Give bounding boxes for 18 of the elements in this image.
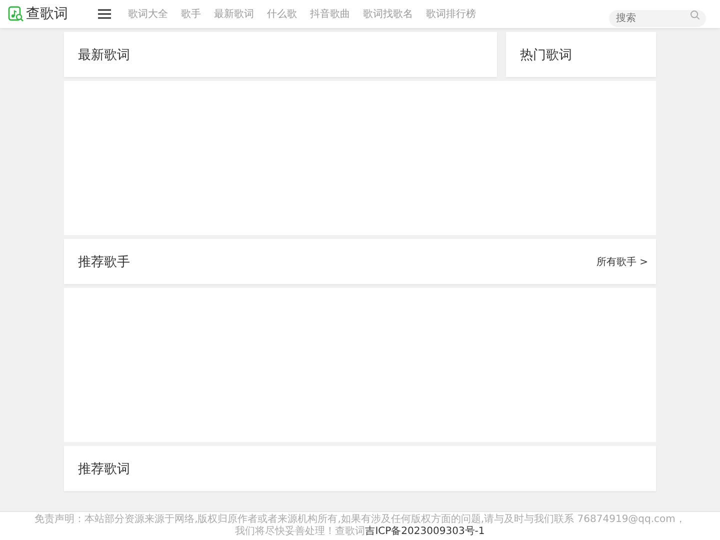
nav-link[interactable]: 抖音歌曲 (310, 7, 350, 21)
nav-link[interactable]: 歌词大全 (128, 7, 168, 21)
music-search-icon (8, 6, 24, 22)
section-title: 热门歌词 (520, 46, 572, 64)
section-title: 最新歌词 (78, 46, 130, 64)
nav-link[interactable]: 最新歌词 (214, 7, 254, 21)
menu-icon[interactable] (98, 9, 111, 19)
site-logo[interactable]: 查歌词 (26, 5, 68, 23)
icp-link[interactable]: 吉ICP备2023009303号-1 (365, 526, 485, 537)
disclaimer-text: 免责声明：本站部分资源来源于网络,版权归原作者或者来源机构所有,如果有涉及任何版权方面的问题,请与及时与我们联系 76874919@qq.com，我们将尽快妥善处理！查歌词吉ICP备2023009303号-1 (34, 514, 686, 538)
nav-link[interactable]: 歌词找歌名 (363, 7, 413, 21)
search-field[interactable]: 搜索 (609, 10, 706, 26)
section-title: 推荐歌词 (78, 460, 130, 478)
nav-link[interactable]: 歌词排行榜 (426, 7, 476, 21)
section-title: 推荐歌手 (78, 254, 130, 270)
nav-link[interactable]: 歌手 (181, 7, 201, 21)
all-singers-link[interactable]: 所有歌手 > (596, 254, 648, 268)
nav-link[interactable]: 什么歌 (267, 7, 297, 21)
